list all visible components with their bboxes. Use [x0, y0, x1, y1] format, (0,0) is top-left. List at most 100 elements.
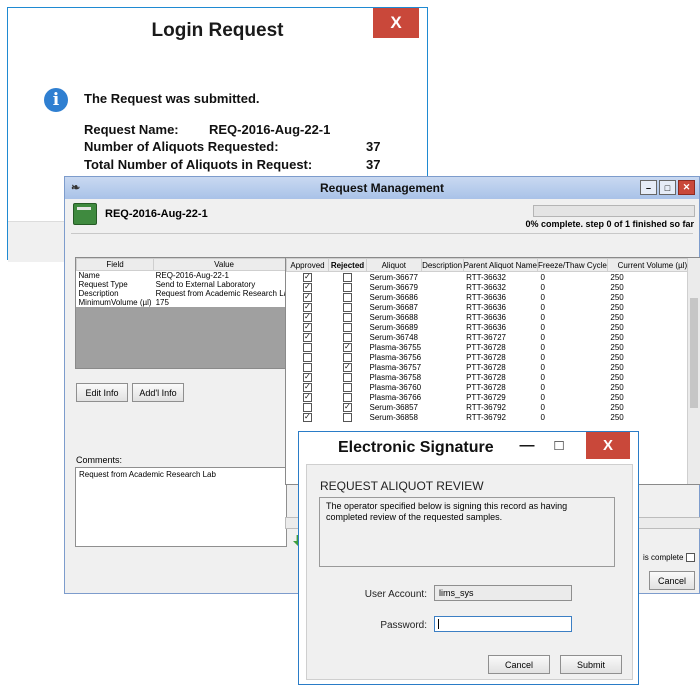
table-row[interactable]: Serum-36679 RTT-36632 0 250	[287, 282, 698, 292]
current-volume-cell: 250	[610, 282, 624, 292]
rejected-checkbox[interactable]	[343, 332, 352, 342]
grid-vertical-scrollbar[interactable]	[687, 258, 700, 484]
login-dialog-titlebar: Login Request X	[8, 8, 427, 53]
field-column-header[interactable]: Field	[75, 258, 155, 271]
approved-checkbox[interactable]	[303, 352, 312, 362]
field-name: Name	[78, 271, 100, 280]
aliquots-requested-label: Number of Aliquots Requested:	[84, 139, 279, 154]
rejected-checkbox[interactable]	[343, 392, 352, 402]
approved-cell	[287, 412, 329, 422]
esig-cancel-button[interactable]: Cancel	[488, 655, 550, 674]
aliquot-cell: Plasma-36760	[369, 382, 422, 392]
parent-aliquot-cell: RTT-36792	[466, 412, 506, 422]
freeze-thaw-cell: 0	[540, 382, 545, 392]
description-cell	[421, 312, 463, 322]
current-volume-cell: 250	[610, 382, 624, 392]
esig-heading: REQUEST ALIQUOT REVIEW	[320, 479, 484, 493]
password-input[interactable]	[434, 616, 572, 632]
approved-checkbox[interactable]	[303, 362, 312, 372]
table-row[interactable]: Serum-36858 RTT-36792 0 250	[287, 412, 698, 422]
cancel-button[interactable]: Cancel	[649, 571, 695, 590]
rejected-checkbox[interactable]	[343, 402, 352, 412]
rejected-checkbox[interactable]	[343, 282, 352, 292]
aliquot-column-header[interactable]: Aliquot	[366, 258, 422, 272]
approved-cell	[287, 382, 329, 392]
complete-checkbox[interactable]	[685, 553, 695, 563]
additional-info-button[interactable]: Add'l Info	[132, 383, 184, 402]
approved-checkbox[interactable]	[303, 382, 312, 392]
esig-maximize-button[interactable]: □	[544, 432, 574, 459]
table-row[interactable]: Plasma-36755 PTT-36728 0 250	[287, 342, 698, 352]
freeze-thaw-cell: 0	[540, 272, 545, 282]
aliquots-requested-value: 37	[366, 139, 381, 154]
table-row[interactable]: Serum-36687 RTT-36636 0 250	[287, 302, 698, 312]
table-row[interactable]: Plasma-36760 PTT-36728 0 250	[287, 382, 698, 392]
esig-close-button[interactable]: X	[586, 432, 630, 459]
esig-submit-button[interactable]: Submit	[560, 655, 622, 674]
minimize-button[interactable]: –	[640, 180, 657, 195]
login-dialog-close-button[interactable]: X	[373, 8, 419, 38]
scrollbar-thumb[interactable]	[690, 298, 698, 408]
approved-column-header[interactable]: Approved	[286, 258, 329, 272]
table-row[interactable]: Serum-36689 RTT-36636 0 250	[287, 322, 698, 332]
app-icon: ❧	[71, 182, 81, 194]
table-row[interactable]: MinimumVolume (µl) 175	[77, 298, 295, 307]
complete-checkbox-row[interactable]: is complete	[643, 553, 695, 563]
rejected-checkbox[interactable]	[343, 272, 352, 282]
table-row[interactable]: Request Type Send to External Laboratory	[77, 280, 295, 289]
freeze-thaw-cell: 0	[540, 322, 545, 332]
rejected-checkbox[interactable]	[343, 382, 352, 392]
approved-checkbox[interactable]	[303, 292, 312, 302]
table-row[interactable]: Serum-36857 RTT-36792 0 250	[287, 402, 698, 412]
rejected-checkbox[interactable]	[343, 312, 352, 322]
table-row[interactable]: Name REQ-2016-Aug-22-1	[77, 271, 295, 280]
rejected-checkbox[interactable]	[343, 302, 352, 312]
table-row[interactable]: Description Request from Academic Resear…	[77, 289, 295, 298]
field-value: Request from Academic Research Lab	[155, 289, 293, 298]
approved-checkbox[interactable]	[303, 342, 312, 352]
approved-cell	[287, 272, 329, 283]
aliquot-cell: Plasma-36758	[369, 372, 422, 382]
approved-checkbox[interactable]	[303, 412, 312, 422]
user-account-input[interactable]: lims_sys	[434, 585, 572, 601]
table-row[interactable]: Plasma-36756 PTT-36728 0 250	[287, 352, 698, 362]
rejected-checkbox[interactable]	[343, 322, 352, 332]
description-column-header[interactable]: Description	[420, 258, 464, 272]
table-row[interactable]: Serum-36748 RTT-36727 0 250	[287, 332, 698, 342]
approved-checkbox[interactable]	[303, 332, 312, 342]
approved-checkbox[interactable]	[303, 372, 312, 382]
description-cell	[421, 322, 463, 332]
table-row[interactable]: Plasma-36758 PTT-36728 0 250	[287, 372, 698, 382]
value-column-header[interactable]: Value	[153, 258, 296, 271]
approved-checkbox[interactable]	[303, 272, 312, 282]
close-button[interactable]: ✕	[678, 180, 695, 195]
table-row[interactable]: Serum-36677 RTT-36632 0 250	[287, 272, 698, 283]
rejected-checkbox[interactable]	[343, 372, 352, 382]
rejected-checkbox[interactable]	[343, 412, 352, 422]
current-volume-cell: 250	[610, 362, 624, 372]
freeze-thaw-column-header[interactable]: Freeze/Thaw Cycle	[536, 258, 608, 272]
rejected-checkbox[interactable]	[343, 362, 352, 372]
parent-aliquot-column-header[interactable]: Parent Aliquot Name	[462, 258, 538, 272]
approved-checkbox[interactable]	[303, 312, 312, 322]
approved-checkbox[interactable]	[303, 392, 312, 402]
edit-info-button[interactable]: Edit Info	[76, 383, 128, 402]
rejected-checkbox[interactable]	[343, 352, 352, 362]
aliquot-cell: Plasma-36757	[369, 362, 422, 372]
rejected-checkbox[interactable]	[343, 292, 352, 302]
approved-checkbox[interactable]	[303, 322, 312, 332]
rejected-column-header[interactable]: Rejected	[328, 258, 367, 272]
table-row[interactable]: Serum-36686 RTT-36636 0 250	[287, 292, 698, 302]
comments-textarea[interactable]: Request from Academic Research Lab	[75, 467, 287, 547]
rejected-checkbox[interactable]	[343, 342, 352, 352]
approved-cell	[287, 332, 329, 342]
current-volume-column-header[interactable]: Current Volume (µl)	[606, 258, 698, 272]
esig-minimize-button[interactable]: —	[512, 432, 542, 459]
approved-checkbox[interactable]	[303, 302, 312, 312]
approved-checkbox[interactable]	[303, 402, 312, 412]
table-row[interactable]: Plasma-36766 PTT-36729 0 250	[287, 392, 698, 402]
approved-checkbox[interactable]	[303, 282, 312, 292]
table-row[interactable]: Serum-36688 RTT-36636 0 250	[287, 312, 698, 322]
table-row[interactable]: Plasma-36757 PTT-36728 0 250	[287, 362, 698, 372]
maximize-button[interactable]: □	[659, 180, 676, 195]
